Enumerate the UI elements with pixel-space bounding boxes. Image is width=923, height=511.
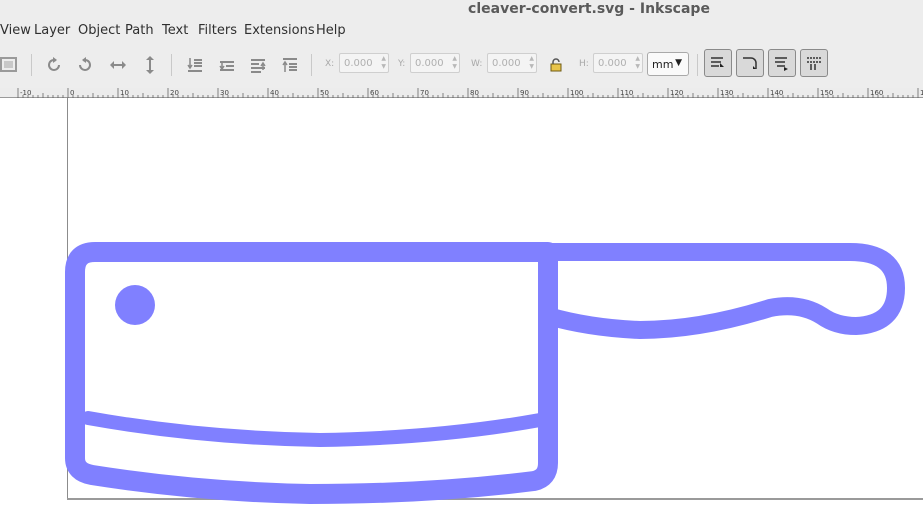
menu-filters[interactable]: Filters	[198, 23, 237, 38]
toolbar-separator	[311, 54, 312, 76]
menu-path[interactable]: Path	[125, 23, 154, 38]
ruler-label: 10	[120, 89, 129, 97]
scale-stroke-toggle[interactable]	[704, 49, 732, 77]
chevron-down-icon: ▼	[675, 58, 682, 68]
rotate-cw-icon[interactable]	[72, 52, 98, 78]
toolbar-separator	[697, 54, 698, 76]
flip-vertical-icon[interactable]	[137, 52, 163, 78]
menu-text[interactable]: Text	[162, 23, 188, 38]
ruler-label: 100	[570, 89, 583, 97]
raise-to-top-icon[interactable]	[277, 52, 303, 78]
select-same-icon[interactable]	[0, 52, 22, 78]
menu-view[interactable]: View	[0, 23, 31, 38]
scale-stroke-icon	[711, 57, 724, 67]
menu-object[interactable]: Object	[78, 23, 120, 38]
raise-icon[interactable]	[245, 52, 271, 78]
menu-help[interactable]: Help	[316, 23, 346, 38]
x-label: X:	[325, 59, 335, 69]
x-value: 0.000	[344, 58, 373, 69]
h-label: H:	[579, 59, 589, 69]
y-value: 0.000	[415, 58, 444, 69]
transform-gradients-toggle[interactable]	[768, 49, 796, 77]
spin-arrows-icon[interactable]: ▲ ▼	[381, 55, 386, 71]
horizontal-ruler[interactable]: -10 0 10 20 30 40 50 60 70 80 90 100 110 120 130 140 150…	[0, 88, 923, 98]
unit-dropdown[interactable]: mm ▼	[647, 52, 689, 76]
title-bar: cleaver-convert.svg - Inkscape	[0, 0, 923, 20]
ruler-ticks: -10 0 10 20 30 40 50 60 70 80 90 100 110 120 130 140 150…	[17, 88, 923, 98]
ruler-label: 30	[220, 89, 229, 97]
window-title: cleaver-convert.svg - Inkscape	[468, 1, 710, 17]
spin-arrows-icon[interactable]: ▲ ▼	[635, 55, 640, 71]
ruler-label: 80	[470, 89, 479, 97]
ruler-label: 140	[770, 89, 783, 97]
ruler-label: 150	[820, 89, 833, 97]
toolbar-separator	[31, 54, 32, 76]
flip-horizontal-icon[interactable]	[105, 52, 131, 78]
ruler-label: 60	[370, 89, 379, 97]
transform-gradients-icon	[775, 57, 788, 71]
lower-icon[interactable]	[214, 52, 240, 78]
w-label: W:	[471, 59, 483, 69]
transform-patterns-toggle[interactable]	[800, 49, 828, 77]
toolbar-separator	[171, 54, 172, 76]
unit-dropdown-value: mm	[652, 58, 674, 71]
lower-to-bottom-icon[interactable]	[182, 52, 208, 78]
rotate-ccw-icon[interactable]	[41, 52, 67, 78]
drawing-canvas[interactable]	[0, 98, 923, 511]
scale-corners-toggle[interactable]	[736, 49, 764, 77]
menu-extensions[interactable]: Extensions	[244, 23, 315, 38]
ruler-label: 160	[870, 89, 883, 97]
scale-corners-icon	[743, 57, 757, 69]
ruler-label: 20	[170, 89, 179, 97]
lock-icon[interactable]	[543, 52, 569, 78]
h-value: 0.000	[598, 58, 627, 69]
ruler-label: 110	[620, 89, 633, 97]
h-input[interactable]: 0.000 ▲ ▼	[593, 53, 643, 73]
ruler-label: 0	[70, 89, 74, 97]
y-input[interactable]: 0.000 ▲ ▼	[410, 53, 460, 73]
menu-bar: View Layer Object Path Text Filters Exte…	[0, 20, 923, 44]
ruler-label: 120	[670, 89, 683, 97]
ruler-label: 90	[520, 89, 529, 97]
ruler-label: 70	[420, 89, 429, 97]
ruler-label: 40	[270, 89, 279, 97]
menu-layer[interactable]: Layer	[34, 23, 70, 38]
transform-patterns-icon	[807, 57, 821, 70]
ruler-label: 50	[320, 89, 329, 97]
ruler-label: 130	[720, 89, 733, 97]
y-label: Y:	[398, 59, 406, 69]
w-input[interactable]: 0.000 ▲ ▼	[487, 53, 537, 73]
ruler-label: -10	[20, 89, 31, 97]
spin-arrows-icon[interactable]: ▲ ▼	[529, 55, 534, 71]
cleaver-drawing[interactable]	[0, 98, 923, 511]
w-value: 0.000	[492, 58, 521, 69]
spin-arrows-icon[interactable]: ▲ ▼	[452, 55, 457, 71]
x-input[interactable]: 0.000 ▲ ▼	[339, 53, 389, 73]
cleaver-path[interactable]	[65, 242, 905, 504]
